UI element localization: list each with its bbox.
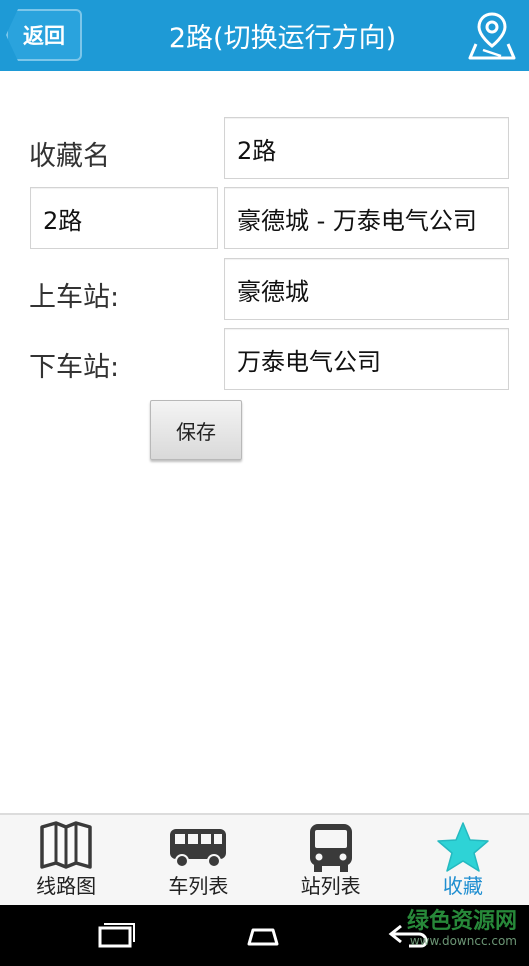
recent-apps-icon (98, 922, 135, 947)
watermark-logo: 绿色资源网 www.downcc.com (406, 909, 517, 949)
tab-route-map[interactable]: 线路图 (0, 815, 132, 905)
route-input[interactable]: 2路 (30, 187, 218, 249)
recent-apps-button[interactable] (76, 905, 156, 966)
alight-station-label: 下车站: (29, 352, 120, 383)
map-location-icon[interactable] (466, 10, 518, 62)
save-button[interactable]: 保存 (150, 400, 242, 460)
fav-name-input[interactable]: 2路 (224, 117, 509, 179)
board-station-input[interactable]: 豪德城 (224, 258, 509, 320)
bottom-tab-bar: 线路图 车列表 站列表 收藏 (0, 813, 529, 905)
watermark-url: www.downcc.com (409, 934, 517, 948)
bus-front-icon (309, 824, 352, 872)
board-station-label: 上车站: (29, 282, 120, 313)
fav-name-label: 收藏名 (29, 141, 110, 172)
home-icon (247, 928, 279, 945)
home-button[interactable] (223, 905, 303, 966)
back-button[interactable]: 返回 (6, 9, 82, 61)
direction-input[interactable]: 豪德城 - 万泰电气公司 (224, 187, 509, 249)
map-icon (40, 821, 92, 869)
tab-label: 线路图 (36, 874, 97, 898)
tab-label: 车列表 (168, 874, 229, 898)
tab-label: 收藏 (442, 874, 483, 898)
tab-station-list[interactable]: 站列表 (265, 815, 397, 905)
tab-bus-list[interactable]: 车列表 (132, 815, 264, 905)
watermark-text: 绿色资源网 (406, 909, 517, 934)
bus-icon (170, 829, 227, 868)
tab-favorites[interactable]: 收藏 (397, 815, 529, 905)
title-bar: 返回 2路(切换运行方向) (0, 0, 529, 71)
alight-station-input[interactable]: 万泰电气公司 (224, 328, 509, 390)
tab-label: 站列表 (300, 874, 361, 898)
page-title[interactable]: 2路(切换运行方向) (100, 0, 465, 71)
star-icon (437, 822, 489, 872)
